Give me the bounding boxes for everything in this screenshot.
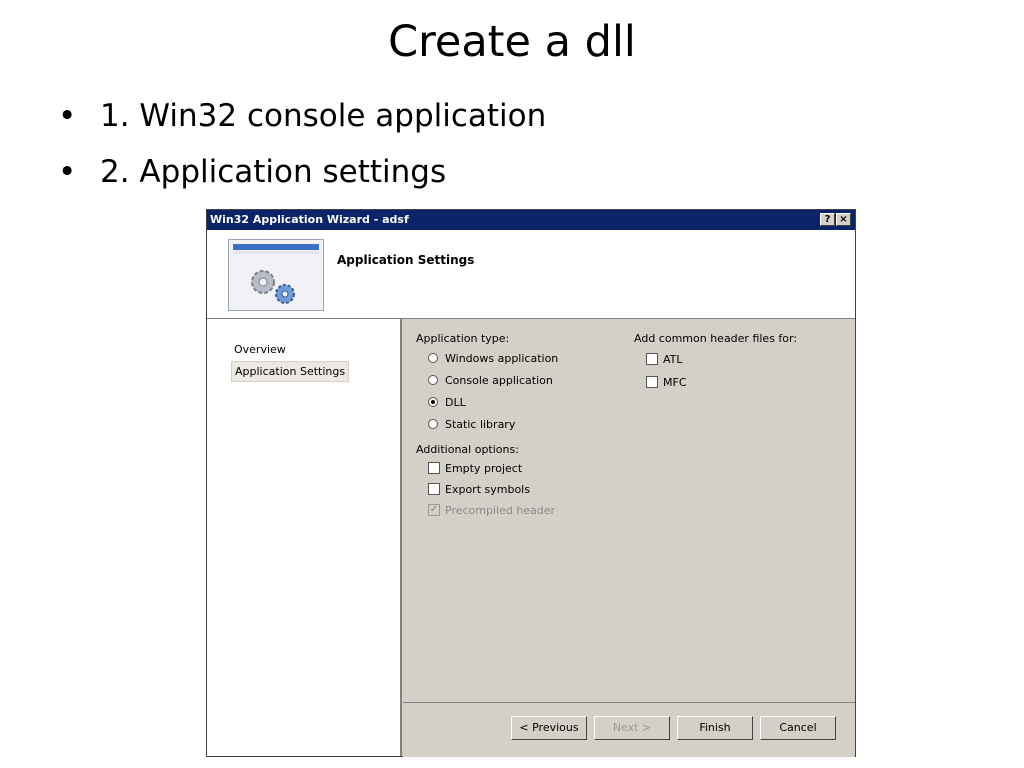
cancel-button[interactable]: Cancel [760, 716, 836, 740]
radio-selected-icon [428, 397, 438, 407]
settings-panel: Application type: Windows application Co… [403, 319, 855, 702]
bullet-dot: • [58, 154, 77, 190]
wizard-gears-icon [228, 239, 324, 311]
bullet-item: • 2. Application settings [58, 150, 546, 206]
bullet-text: 2. Application settings [100, 154, 447, 190]
dialog-titlebar[interactable]: Win32 Application Wizard - adsf ? × [207, 210, 855, 230]
checkbox-icon [428, 462, 440, 474]
common-headers-label: Add common header files for: [634, 332, 798, 345]
bullet-text: 1. Win32 console application [100, 98, 547, 134]
close-button[interactable]: × [836, 213, 851, 226]
bullet-list: • 1. Win32 console application • 2. Appl… [58, 94, 546, 206]
radio-icon [428, 353, 438, 363]
bullet-dot: • [58, 98, 77, 134]
slide-title: Create a dll [388, 17, 636, 67]
dialog-footer: < Previous Next > Finish Cancel [403, 702, 855, 757]
radio-icon [428, 375, 438, 385]
next-button: Next > [594, 716, 670, 740]
additional-options-label: Additional options: [416, 443, 519, 456]
checkbox-icon [428, 483, 440, 495]
previous-button[interactable]: < Previous [511, 716, 587, 740]
nav-item-application-settings[interactable]: Application Settings [231, 361, 350, 382]
nav-item-overview[interactable]: Overview [231, 340, 289, 359]
checkbox-icon [646, 353, 658, 365]
finish-button[interactable]: Finish [677, 716, 753, 740]
checkmark-icon: ✓ [428, 504, 440, 516]
header-title: Application Settings [337, 253, 475, 267]
application-type-label: Application type: [416, 332, 510, 345]
checkbox-icon [646, 376, 658, 388]
dialog-header: Application Settings [207, 230, 855, 319]
radio-icon [428, 419, 438, 429]
help-button[interactable]: ? [820, 213, 835, 226]
bullet-item: • 1. Win32 console application [58, 94, 546, 150]
dialog-title: Win32 Application Wizard - adsf [210, 213, 409, 226]
wizard-dialog: Win32 Application Wizard - adsf ? × Appl… [206, 209, 856, 757]
wizard-nav: Overview Application Settings [207, 319, 402, 756]
